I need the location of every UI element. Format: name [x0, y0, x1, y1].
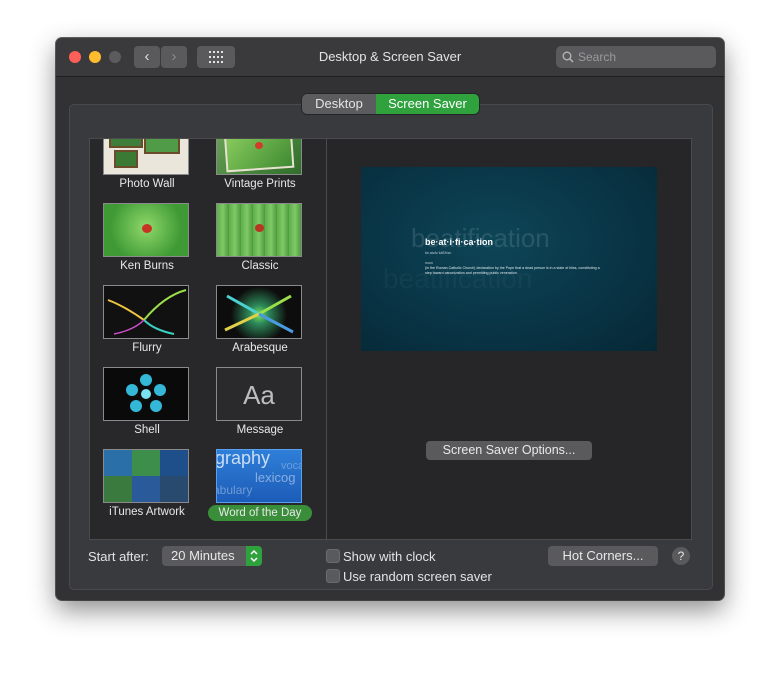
- arabesque-thumbnail: [216, 285, 302, 339]
- item-label: Photo Wall: [119, 178, 175, 190]
- show-with-clock-label: Show with clock: [343, 549, 436, 564]
- screen-saver-item-arabesque[interactable]: Arabesque: [204, 285, 316, 367]
- ken-burns-thumbnail: [103, 203, 189, 257]
- screen-saver-item-vintage-prints[interactable]: Vintage Prints: [204, 139, 316, 203]
- item-label: Vintage Prints: [224, 178, 296, 190]
- random-screen-saver-label: Use random screen saver: [343, 569, 492, 584]
- flurry-thumbnail: [103, 285, 189, 339]
- screen-saver-item-ken-burns[interactable]: Ken Burns: [91, 203, 203, 285]
- tab-bar: Desktop Screen Saver: [302, 94, 479, 114]
- search-icon: [562, 51, 574, 63]
- screen-saver-item-word-of-the-day[interactable]: graphy vocab lexicog abulary Word of the…: [204, 449, 316, 531]
- screen-saver-item-shell[interactable]: Shell: [91, 367, 203, 449]
- item-label: Message: [236, 424, 284, 436]
- item-label: Arabesque: [232, 342, 288, 354]
- word-of-the-day-thumbnail: graphy vocab lexicog abulary: [216, 449, 302, 503]
- item-label: Classic: [241, 260, 279, 272]
- item-label: Flurry: [132, 342, 162, 354]
- itunes-artwork-thumbnail: [103, 449, 189, 503]
- screen-saver-item-message[interactable]: Aa Message: [204, 367, 316, 449]
- start-after-label: Start after:: [88, 549, 149, 564]
- show-with-clock-checkbox[interactable]: [326, 549, 340, 563]
- start-after-value: 20 Minutes: [171, 548, 235, 563]
- help-button[interactable]: ?: [672, 547, 690, 565]
- screen-saver-item-itunes-artwork[interactable]: iTunes Artwork: [91, 449, 203, 531]
- random-screen-saver-checkbox[interactable]: [326, 569, 340, 583]
- screen-saver-item-flurry[interactable]: Flurry: [91, 285, 203, 367]
- popup-arrows: [246, 546, 262, 566]
- updown-chevron-icon: [250, 549, 258, 563]
- screen-saver-item-classic[interactable]: Classic: [204, 203, 316, 285]
- hot-corners-button[interactable]: Hot Corners...: [548, 546, 658, 566]
- search-field[interactable]: [556, 46, 716, 68]
- start-after-popup[interactable]: 20 Minutes: [162, 546, 262, 566]
- preview-area: beatification beatification be·at·i·fi·c…: [326, 138, 692, 540]
- shell-thumbnail: [103, 367, 189, 421]
- preview-definition: (in the Roman Catholic Church) declarati…: [425, 266, 600, 275]
- preferences-window: ‹ › Desktop & Screen Saver Desktop S: [56, 38, 724, 600]
- vintage-prints-thumbnail: [216, 139, 302, 175]
- preview-part-of-speech: noun: [425, 261, 433, 265]
- title-bar: ‹ › Desktop & Screen Saver: [56, 38, 724, 77]
- item-label: Ken Burns: [120, 260, 174, 272]
- screen-saver-options-button[interactable]: Screen Saver Options...: [426, 441, 592, 460]
- photo-wall-thumbnail: [103, 139, 189, 175]
- item-label: iTunes Artwork: [109, 506, 185, 518]
- screen-saver-list[interactable]: Photo Wall Vintage Prints Ken Burns Clas…: [89, 138, 327, 540]
- preview-pronunciation: be,atəfəˈkāSHən: [425, 251, 452, 255]
- tab-screen-saver[interactable]: Screen Saver: [376, 94, 479, 114]
- screen-saver-preview: beatification beatification be·at·i·fi·c…: [361, 167, 657, 351]
- classic-thumbnail: [216, 203, 302, 257]
- search-input[interactable]: [578, 49, 708, 65]
- item-label: Word of the Day: [208, 505, 312, 521]
- message-thumbnail: Aa: [216, 367, 302, 421]
- tab-desktop[interactable]: Desktop: [302, 94, 376, 114]
- screen-saver-item-photo-wall[interactable]: Photo Wall: [91, 139, 203, 203]
- item-label: Shell: [134, 424, 160, 436]
- preview-headword: be·at·i·fi·ca·tion: [425, 237, 493, 247]
